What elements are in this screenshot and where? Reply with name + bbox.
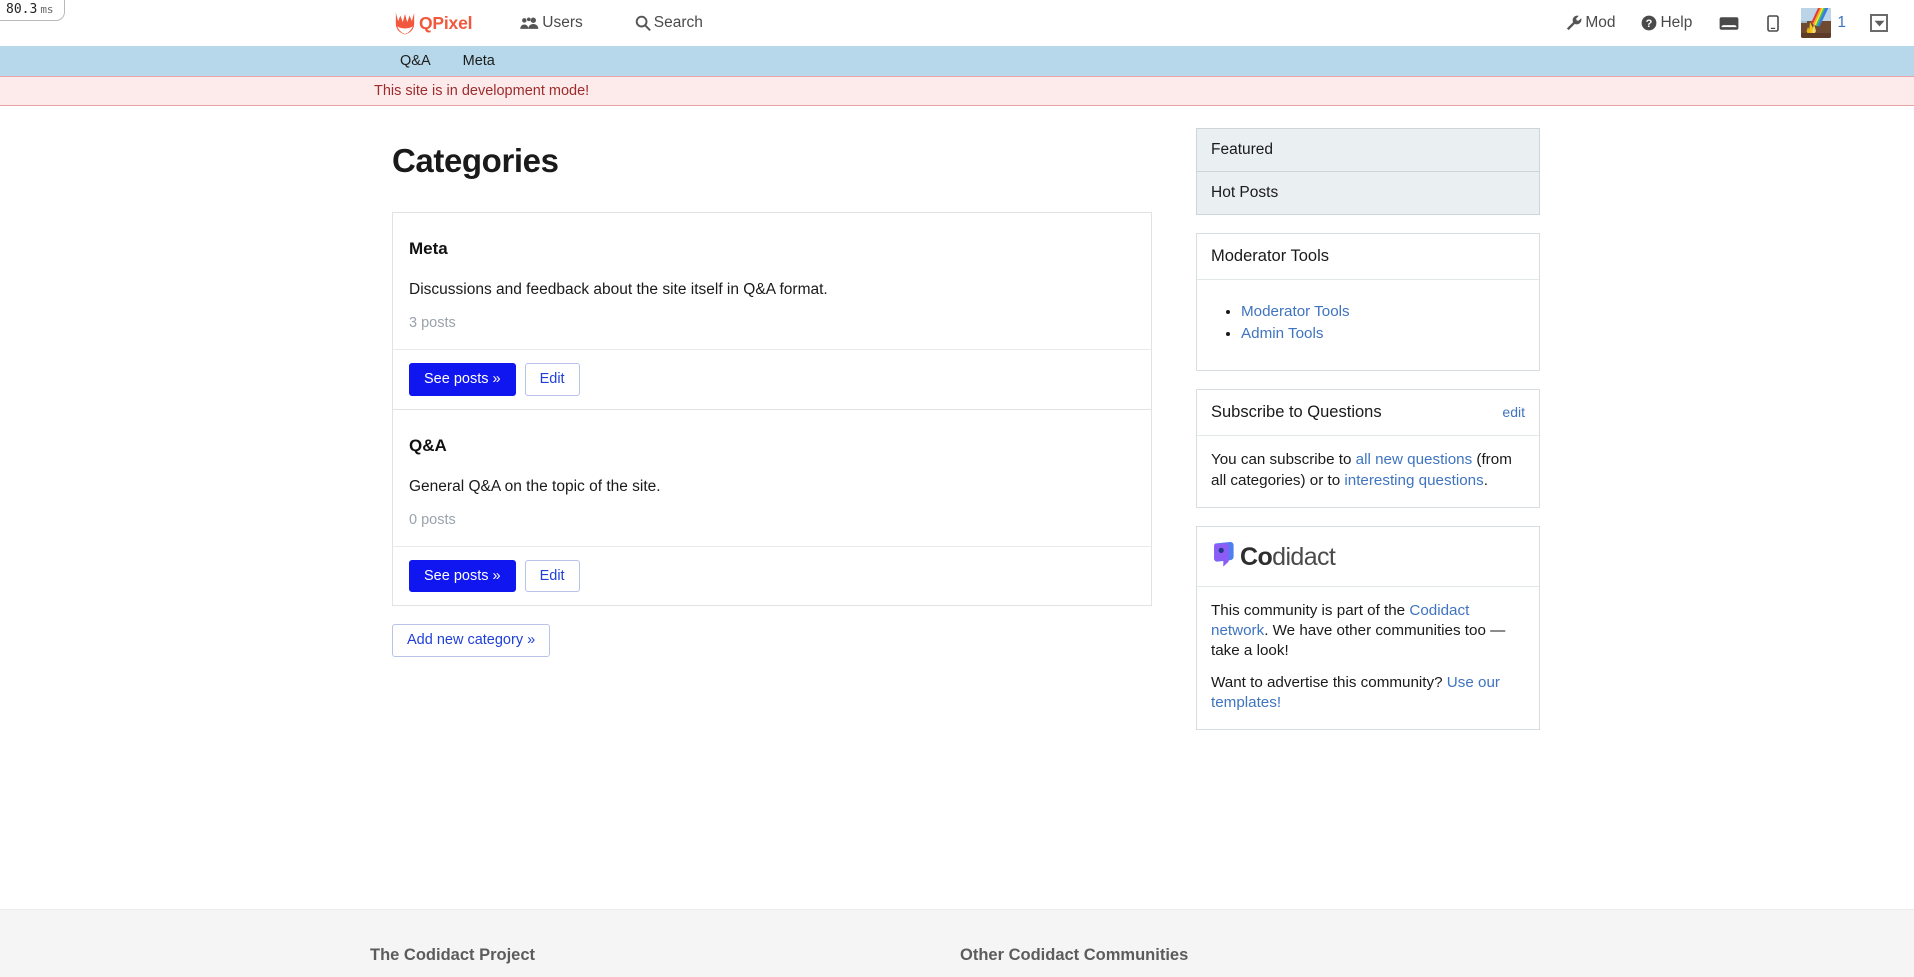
codidact-text-2a: Want to advertise this community? bbox=[1211, 673, 1447, 691]
codidact-logo: Codidact bbox=[1211, 541, 1525, 574]
list-item: Admin Tools bbox=[1241, 324, 1525, 344]
codidact-word-bold: Co bbox=[1240, 542, 1273, 571]
sidebar-tab-featured[interactable]: Featured bbox=[1197, 129, 1539, 171]
category-name: Meta bbox=[409, 239, 448, 258]
sidebar-tab-hot-posts[interactable]: Hot Posts bbox=[1197, 171, 1539, 214]
category-body: Meta Discussions and feedback about the … bbox=[393, 213, 1151, 349]
add-new-category-button[interactable]: Add new category » bbox=[392, 624, 551, 658]
add-category-row: Add new category » bbox=[392, 624, 1152, 658]
see-posts-button[interactable]: See posts » bbox=[409, 363, 516, 396]
subscribe-text-3: . bbox=[1483, 471, 1488, 489]
moderator-tools-box: Moderator Tools Moderator Tools Admin To… bbox=[1196, 233, 1540, 372]
footer-column-other-communities: Other Codidact Communities bbox=[960, 946, 1550, 977]
sidebar-column: Featured Hot Posts Moderator Tools Moder… bbox=[1196, 126, 1540, 909]
brand-name: QPixel bbox=[419, 12, 473, 33]
codidact-header: Codidact bbox=[1197, 527, 1539, 587]
mobile-phone-icon bbox=[1767, 14, 1780, 32]
brand-logo-link[interactable]: QPixel bbox=[384, 11, 482, 35]
subscribe-questions-box: Subscribe to Questions edit You can subs… bbox=[1196, 389, 1540, 508]
search-icon bbox=[635, 15, 651, 31]
chevron-down-boxed-icon[interactable] bbox=[1870, 14, 1888, 32]
nav-item-inbox[interactable] bbox=[1705, 0, 1753, 46]
interesting-questions-link[interactable]: interesting questions bbox=[1344, 472, 1483, 489]
subscribe-paragraph: You can subscribe to all new questions (… bbox=[1211, 450, 1525, 490]
development-mode-text: This site is in development mode! bbox=[374, 83, 590, 99]
subscribe-edit-link[interactable]: edit bbox=[1502, 404, 1525, 420]
codidact-book-icon bbox=[1211, 541, 1236, 574]
performance-unit: ms bbox=[40, 3, 54, 16]
nav-item-users-label: Users bbox=[542, 14, 583, 31]
category-nav-item-meta[interactable]: Meta bbox=[447, 46, 511, 76]
moderator-tools-list: Moderator Tools Admin Tools bbox=[1211, 302, 1525, 344]
development-mode-banner: This site is in development mode! bbox=[0, 76, 1914, 106]
codidact-word-light: didact bbox=[1272, 542, 1336, 571]
wrench-icon bbox=[1566, 15, 1582, 31]
nav-item-search-label: Search bbox=[653, 14, 703, 31]
edit-category-button[interactable]: Edit bbox=[524, 363, 580, 396]
category-actions: See posts » Edit bbox=[393, 545, 1151, 606]
performance-value: 80.3 bbox=[6, 2, 38, 17]
footer-heading: Other Codidact Communities bbox=[960, 946, 1189, 964]
moderator-tools-content: Moderator Tools Admin Tools bbox=[1197, 280, 1539, 370]
subscribe-text-1: You can subscribe to bbox=[1211, 451, 1356, 469]
see-posts-button[interactable]: See posts » bbox=[409, 559, 516, 593]
nav-item-mobile[interactable] bbox=[1753, 0, 1793, 46]
performance-badge: 80.3 ms bbox=[0, 0, 65, 21]
category-card-qa: Q&A General Q&A on the topic of the site… bbox=[393, 408, 1151, 606]
nav-item-help-label: Help bbox=[1660, 14, 1693, 31]
category-post-count: 3 posts bbox=[409, 315, 456, 331]
question-circle-icon: ? bbox=[1641, 15, 1657, 31]
page-title: Categories bbox=[392, 142, 559, 179]
reputation-count[interactable]: 1 bbox=[1837, 14, 1856, 32]
codidact-paragraph-2: Want to advertise this community? Use ou… bbox=[1211, 673, 1525, 713]
admin-tools-link[interactable]: Admin Tools bbox=[1241, 325, 1323, 342]
nav-left-group: QPixel Users Search bbox=[384, 0, 717, 46]
main-column: Categories Meta Discussions and feedback… bbox=[392, 126, 1152, 909]
svg-text:?: ? bbox=[1646, 18, 1653, 30]
moderator-tools-link[interactable]: Moderator Tools bbox=[1241, 303, 1350, 320]
list-item: Moderator Tools bbox=[1241, 302, 1525, 322]
all-new-questions-link[interactable]: all new questions bbox=[1356, 451, 1473, 468]
codidact-text-1a: This community is part of the bbox=[1211, 601, 1410, 619]
category-post-count: 0 posts bbox=[409, 511, 456, 528]
nav-item-mod-label: Mod bbox=[1585, 14, 1616, 31]
moderator-tools-heading: Moderator Tools bbox=[1197, 234, 1539, 280]
categories-card-list: Meta Discussions and feedback about the … bbox=[392, 212, 1152, 607]
subscribe-heading: Subscribe to Questions edit bbox=[1197, 390, 1539, 437]
user-avatar-image bbox=[1801, 8, 1832, 38]
nav-item-help[interactable]: ? Help bbox=[1628, 0, 1705, 46]
category-body: Q&A General Q&A on the topic of the site… bbox=[393, 410, 1151, 546]
category-description: General Q&A on the topic of the site. bbox=[409, 477, 661, 495]
top-navigation-bar: QPixel Users Search Mod ? Help 1 bbox=[0, 0, 1914, 46]
codidact-paragraph-1: This community is part of the Codidact n… bbox=[1211, 601, 1525, 662]
category-card-meta: Meta Discussions and feedback about the … bbox=[393, 213, 1151, 409]
subscribe-heading-label: Subscribe to Questions bbox=[1211, 403, 1382, 422]
codidact-wordmark: Codidact bbox=[1240, 542, 1336, 572]
edit-category-button[interactable]: Edit bbox=[524, 559, 580, 593]
footer-inner: The Codidact Project Terms of Service Ot… bbox=[370, 946, 1914, 977]
codidact-content: This community is part of the Codidact n… bbox=[1197, 587, 1539, 729]
category-description: Discussions and feedback about the site … bbox=[409, 281, 828, 298]
nav-item-users[interactable]: Users bbox=[506, 0, 596, 46]
category-nav-bar: Q&A Meta bbox=[0, 46, 1914, 76]
avatar[interactable] bbox=[1793, 8, 1837, 38]
users-icon bbox=[520, 16, 539, 31]
sidebar-tabs: Featured Hot Posts bbox=[1196, 128, 1540, 215]
inbox-icon bbox=[1719, 16, 1739, 31]
category-actions: See posts » Edit bbox=[393, 349, 1151, 409]
nav-item-mod[interactable]: Mod bbox=[1553, 0, 1628, 46]
subscribe-content: You can subscribe to all new questions (… bbox=[1197, 436, 1539, 506]
codidact-box: Codidact This community is part of the C… bbox=[1196, 525, 1540, 730]
nav-right-group: Mod ? Help 1 bbox=[1553, 0, 1914, 46]
page-body: Categories Meta Discussions and feedback… bbox=[0, 106, 1914, 909]
category-nav-item-qa[interactable]: Q&A bbox=[384, 46, 447, 76]
footer-column-codidact-project: The Codidact Project Terms of Service bbox=[370, 946, 960, 977]
qpixel-logo-icon bbox=[394, 11, 416, 35]
footer-heading: The Codidact Project bbox=[370, 946, 536, 964]
nav-item-search[interactable]: Search bbox=[621, 0, 717, 46]
site-footer: The Codidact Project Terms of Service Ot… bbox=[0, 909, 1914, 977]
category-name: Q&A bbox=[409, 435, 447, 455]
moderator-tools-heading-label: Moderator Tools bbox=[1211, 247, 1330, 265]
